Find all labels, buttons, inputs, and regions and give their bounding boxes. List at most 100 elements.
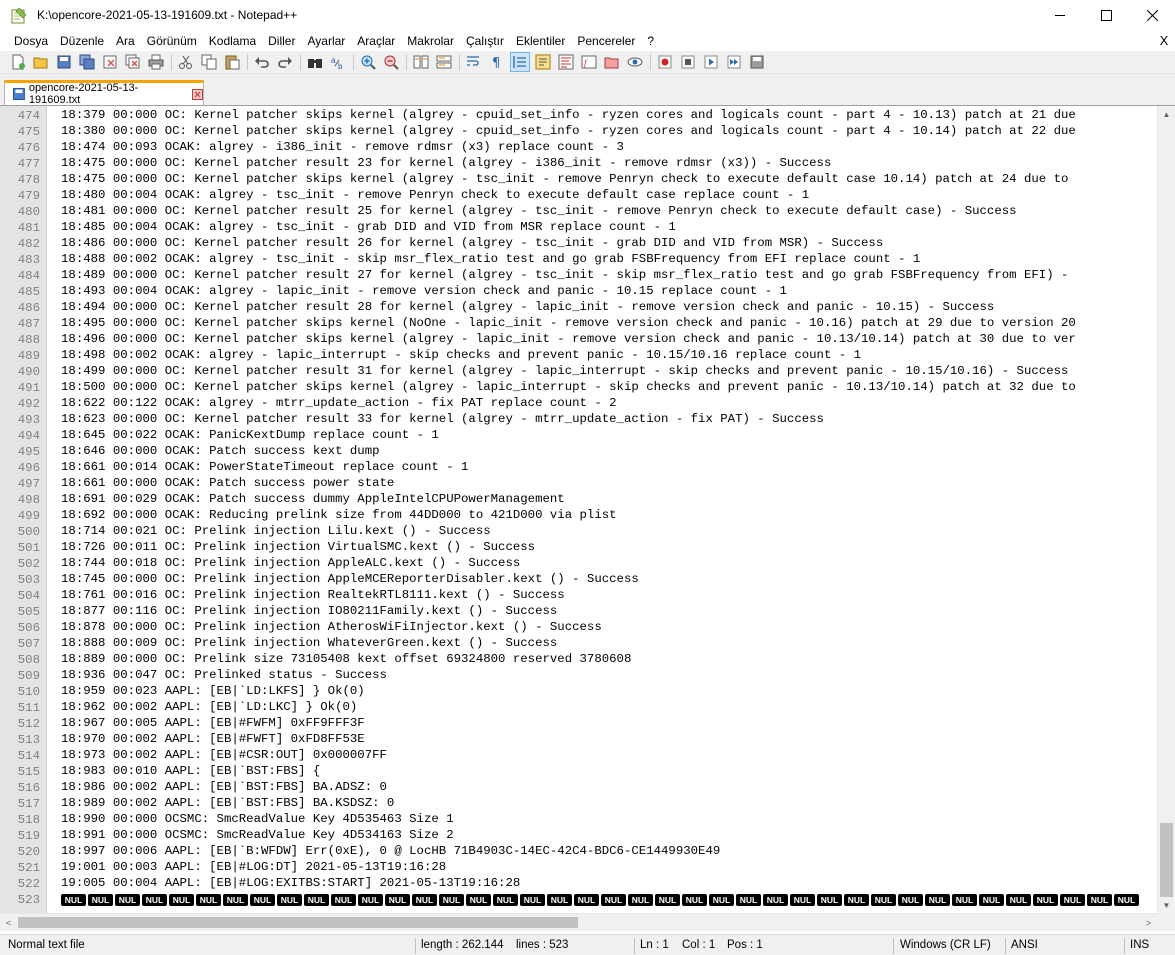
editor-line[interactable]: 490 18:499 00:000 OC: Kernel patcher resu…: [0, 364, 1157, 380]
status-insert-mode[interactable]: INS: [1130, 935, 1149, 955]
indent-guide-button[interactable]: [510, 52, 530, 72]
editor-line[interactable]: 478 18:475 00:000 OC: Kernel patcher skip…: [0, 172, 1157, 188]
editor-line[interactable]: 522 19:005 00:004 AAPL: [EB|#LOG:EXITBS:S…: [0, 876, 1157, 892]
menu-diller[interactable]: Diller: [262, 31, 301, 51]
editor-line[interactable]: 508 18:889 00:000 OC: Prelink size 731054…: [0, 652, 1157, 668]
menu-ara[interactable]: Ara: [110, 31, 141, 51]
editor-line[interactable]: 481 18:485 00:004 OCAK: algrey - tsc_init…: [0, 220, 1157, 236]
editor-line[interactable]: 511 18:962 00:002 AAPL: [EB|`LD:LKC] } Ok…: [0, 700, 1157, 716]
editor-line[interactable]: 489 18:498 00:002 OCAK: algrey - lapic_in…: [0, 348, 1157, 364]
editor-line[interactable]: 507 18:888 00:009 OC: Prelink injection W…: [0, 636, 1157, 652]
editor-line[interactable]: 517 18:989 00:002 AAPL: [EB|`BST:FBS] BA.…: [0, 796, 1157, 812]
scroll-right-arrow[interactable]: >: [1140, 914, 1157, 931]
editor-line[interactable]: 502 18:744 00:018 OC: Prelink injection A…: [0, 556, 1157, 572]
editor-line[interactable]: 483 18:488 00:002 OCAK: algrey - tsc_init…: [0, 252, 1157, 268]
menu-gorunum[interactable]: Görünüm: [141, 31, 203, 51]
editor-line[interactable]: 503 18:745 00:000 OC: Prelink injection A…: [0, 572, 1157, 588]
menu-makrolar[interactable]: Makrolar: [401, 31, 460, 51]
editor-line[interactable]: 504 18:761 00:016 OC: Prelink injection R…: [0, 588, 1157, 604]
menu-pencereler[interactable]: Pencereler: [571, 31, 641, 51]
scroll-down-arrow[interactable]: ▼: [1158, 897, 1175, 913]
save-button[interactable]: [54, 52, 74, 72]
editor-line[interactable]: 521 19:001 00:003 AAPL: [EB|#LOG:DT] 2021…: [0, 860, 1157, 876]
menu-kodlama[interactable]: Kodlama: [203, 31, 262, 51]
editor-line[interactable]: 482 18:486 00:000 OC: Kernel patcher resu…: [0, 236, 1157, 252]
editor-line[interactable]: 492 18:622 00:122 OCAK: algrey - mtrr_upd…: [0, 396, 1157, 412]
scroll-up-arrow[interactable]: ▲: [1158, 106, 1175, 123]
vertical-scrollbar[interactable]: ▲ ▼: [1157, 106, 1175, 913]
menu-dosya[interactable]: Dosya: [8, 31, 54, 51]
document-map-button[interactable]: [556, 52, 576, 72]
editor-line[interactable]: 518 18:990 00:000 OCSMC: SmcReadValue Key…: [0, 812, 1157, 828]
sync-horizontal-button[interactable]: [434, 52, 454, 72]
scroll-left-arrow[interactable]: <: [0, 914, 17, 931]
editor-line[interactable]: 516 18:986 00:002 AAPL: [EB|`BST:FBS] BA.…: [0, 780, 1157, 796]
editor-line-nul[interactable]: 523 NUL NUL NUL NUL NUL NUL NUL NUL NUL NUL NUL NUL N…: [0, 892, 1157, 908]
editor-line[interactable]: 491 18:500 00:000 OC: Kernel patcher skip…: [0, 380, 1157, 396]
folder-workspace-button[interactable]: [602, 52, 622, 72]
editor-line[interactable]: 509 18:936 00:047 OC: Prelinked status - …: [0, 668, 1157, 684]
horizontal-scrollbar[interactable]: < >: [0, 913, 1157, 931]
editor-line[interactable]: 474 18:379 00:000 OC: Kernel patcher skip…: [0, 108, 1157, 124]
menu-calistir[interactable]: Çalıştır: [460, 31, 510, 51]
editor-line[interactable]: 520 18:997 00:006 AAPL: [EB|`B:WFDW] Err(…: [0, 844, 1157, 860]
editor-line[interactable]: 488 18:496 00:000 OC: Kernel patcher skip…: [0, 332, 1157, 348]
editor-line[interactable]: 498 18:691 00:029 OCAK: Patch success dum…: [0, 492, 1157, 508]
find-button[interactable]: [305, 52, 325, 72]
editor-line[interactable]: 480 18:481 00:000 OC: Kernel patcher resu…: [0, 204, 1157, 220]
editor-line[interactable]: 519 18:991 00:000 OCSMC: SmcReadValue Key…: [0, 828, 1157, 844]
editor-line[interactable]: 512 18:967 00:005 AAPL: [EB|#FWFM] 0xFF9F…: [0, 716, 1157, 732]
redo-button[interactable]: [275, 52, 295, 72]
editor-line[interactable]: 500 18:714 00:021 OC: Prelink injection L…: [0, 524, 1157, 540]
play-macro-button[interactable]: [701, 52, 721, 72]
show-all-chars-button[interactable]: ¶: [487, 52, 507, 72]
editor-line[interactable]: 495 18:646 00:000 OCAK: Patch success kex…: [0, 444, 1157, 460]
editor-line[interactable]: 501 18:726 00:011 OC: Prelink injection V…: [0, 540, 1157, 556]
editor-line[interactable]: 510 18:959 00:023 AAPL: [EB|`LD:LKFS] } O…: [0, 684, 1157, 700]
open-file-button[interactable]: [31, 52, 51, 72]
editor-line[interactable]: 479 18:480 00:004 OCAK: algrey - tsc_init…: [0, 188, 1157, 204]
editor-line[interactable]: 513 18:970 00:002 AAPL: [EB|#FWFT] 0xFD8F…: [0, 732, 1157, 748]
menu-ayarlar[interactable]: Ayarlar: [301, 31, 351, 51]
word-wrap-button[interactable]: [464, 52, 484, 72]
save-macro-button[interactable]: [747, 52, 767, 72]
close-button[interactable]: [1129, 0, 1175, 31]
zoom-in-button[interactable]: [358, 52, 378, 72]
close-button-toolbar[interactable]: [100, 52, 120, 72]
status-encoding[interactable]: ANSI: [1011, 935, 1038, 955]
stop-record-button[interactable]: [678, 52, 698, 72]
status-eol[interactable]: Windows (CR LF): [900, 935, 991, 955]
save-all-button[interactable]: [77, 52, 97, 72]
editor-line[interactable]: 485 18:493 00:004 OCAK: algrey - lapic_in…: [0, 284, 1157, 300]
monitoring-button[interactable]: [625, 52, 645, 72]
menu-help[interactable]: ?: [641, 31, 660, 51]
menu-duzenle[interactable]: Düzenle: [54, 31, 110, 51]
editor-line[interactable]: 486 18:494 00:000 OC: Kernel patcher resu…: [0, 300, 1157, 316]
editor-line[interactable]: 484 18:489 00:000 OC: Kernel patcher resu…: [0, 268, 1157, 284]
tab-opencore-log[interactable]: opencore-2021-05-13-191609.txt: [4, 80, 204, 106]
editor-line[interactable]: 506 18:878 00:000 OC: Prelink injection A…: [0, 620, 1157, 636]
print-button[interactable]: [146, 52, 166, 72]
close-all-button[interactable]: [123, 52, 143, 72]
editor-line[interactable]: 497 18:661 00:000 OCAK: Patch success pow…: [0, 476, 1157, 492]
editor-line[interactable]: 475 18:380 00:000 OC: Kernel patcher skip…: [0, 124, 1157, 140]
editor-line[interactable]: 515 18:983 00:010 AAPL: [EB|`BST:FBS] {: [0, 764, 1157, 780]
sync-vertical-button[interactable]: [411, 52, 431, 72]
close-document-button[interactable]: X: [1157, 31, 1171, 51]
minimize-button[interactable]: [1037, 0, 1083, 31]
new-file-button[interactable]: [8, 52, 28, 72]
run-macro-multiple-button[interactable]: [724, 52, 744, 72]
maximize-button[interactable]: [1083, 0, 1129, 31]
replace-button[interactable]: ab: [328, 52, 348, 72]
paste-button[interactable]: [222, 52, 242, 72]
undo-button[interactable]: [252, 52, 272, 72]
cut-button[interactable]: [176, 52, 196, 72]
editor-line[interactable]: 496 18:661 00:014 OCAK: PowerStateTimeout…: [0, 460, 1157, 476]
editor-line[interactable]: 494 18:645 00:022 OCAK: PanicKextDump rep…: [0, 428, 1157, 444]
editor-line[interactable]: 477 18:475 00:000 OC: Kernel patcher resu…: [0, 156, 1157, 172]
copy-button[interactable]: [199, 52, 219, 72]
menu-eklentiler[interactable]: Eklentiler: [510, 31, 571, 51]
function-list-button[interactable]: f: [579, 52, 599, 72]
menu-araclar[interactable]: Araçlar: [351, 31, 401, 51]
editor-line[interactable]: 487 18:495 00:000 OC: Kernel patcher skip…: [0, 316, 1157, 332]
